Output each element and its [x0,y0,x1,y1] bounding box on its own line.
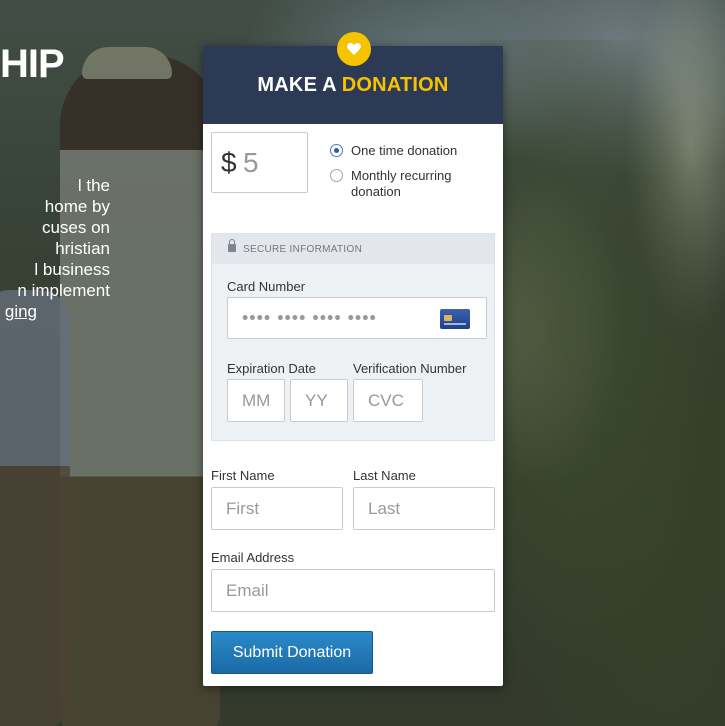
submit-donation-button[interactable]: Submit Donation [211,631,373,674]
card-number-label: Card Number [227,279,306,294]
lock-icon [228,239,236,252]
expiration-label: Expiration Date [227,361,316,376]
heart-icon [337,32,371,66]
amount-input[interactable]: $ 5 [211,132,308,193]
radio-one-time-control[interactable] [330,144,343,157]
last-name-input[interactable]: Last [353,487,495,530]
side-text-line: hristian [55,239,110,258]
page-heading: HIP [0,42,65,86]
side-text-line: l business [34,260,110,279]
cvc-input[interactable]: CVC [353,379,423,422]
email-placeholder: Email [226,580,269,600]
form-title-accent: DONATION [341,74,449,96]
secure-header: SECURE INFORMATION [212,234,494,264]
radio-monthly-control[interactable] [330,169,343,182]
last-name-placeholder: Last [368,498,401,518]
expiration-month-input[interactable]: MM [227,379,285,422]
form-title: MAKE A DONATION [203,74,503,97]
email-input[interactable]: Email [211,569,495,612]
secure-section: SECURE INFORMATION Card Number •••• ••••… [211,233,495,441]
card-number-placeholder: •••• •••• •••• •••• [242,307,377,328]
card-number-input[interactable]: •••• •••• •••• •••• [227,297,487,339]
donation-form: MAKE A DONATION $ 5 One time donation Mo… [203,32,503,686]
radio-monthly-label: Monthly recurring donation [351,168,452,199]
expiration-year-input[interactable]: YY [290,379,348,422]
email-label: Email Address [211,550,295,565]
side-text-line: home by [44,197,110,216]
last-name-label: Last Name [353,468,416,483]
first-name-placeholder: First [226,498,260,518]
side-text-line: n implement [17,281,110,300]
amount-value: 5 [243,147,259,178]
side-description: l the home by cuses on hristian l busine… [0,175,110,325]
form-header: MAKE A DONATION [203,32,503,124]
first-name-input[interactable]: First [211,487,343,530]
year-placeholder: YY [305,390,328,410]
side-text-line: l the [77,176,110,195]
form-title-main: MAKE A [257,74,342,96]
month-placeholder: MM [242,390,271,410]
radio-one-time-label: One time donation [351,143,458,158]
first-name-label: First Name [211,468,275,483]
secure-label: SECURE INFORMATION [243,244,363,255]
currency-symbol: $ [221,147,237,178]
cvc-placeholder: CVC [368,390,404,410]
radio-one-time[interactable]: One time donation [330,143,476,159]
radio-monthly[interactable]: Monthly recurring donation [330,168,476,200]
side-text-link[interactable]: ging [5,301,37,322]
verification-label: Verification Number [353,361,467,376]
credit-card-icon [440,309,470,329]
side-text-line: cuses on [41,218,110,237]
